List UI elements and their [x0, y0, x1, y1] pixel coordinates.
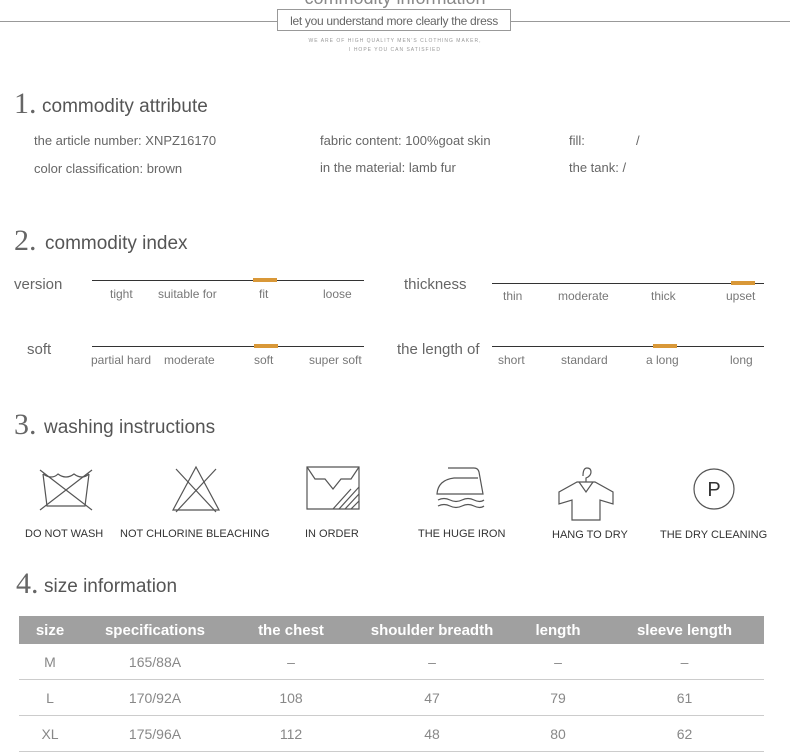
table-cell: –: [353, 644, 511, 680]
column-header: shoulder breadth: [353, 616, 511, 644]
index-label: soft: [254, 353, 274, 367]
column-header: length: [511, 616, 605, 644]
table-cell: 61: [605, 679, 764, 716]
index-label: partial hard: [91, 353, 152, 367]
table-cell: 165/88A: [81, 644, 229, 680]
table-cell: 80: [511, 715, 605, 752]
index-label: long: [730, 353, 753, 367]
table-row: L 170/92A 108 47 79 61: [19, 679, 764, 716]
section-number: 4.: [16, 567, 39, 600]
no-chlorine-icon: [171, 465, 221, 513]
table-cell: 170/92A: [81, 679, 229, 716]
header-subtitle: let you understand more clearly the dres…: [277, 9, 511, 31]
attr-fill-value: /: [636, 133, 640, 148]
column-header: the chest: [229, 616, 353, 644]
index-scale-line: [92, 280, 364, 281]
section-number: 1.: [14, 87, 37, 120]
attr-tank: the tank: /: [569, 160, 627, 175]
index-name-soft: soft: [27, 341, 52, 358]
in-order-icon: [306, 466, 360, 510]
table-cell: –: [229, 644, 353, 680]
wash-label: THE DRY CLEANING: [660, 529, 768, 541]
attr-fill: fill:: [569, 133, 585, 148]
index-label: tight: [110, 287, 133, 301]
dry-clean-icon: P: [693, 468, 735, 510]
table-cell: 175/96A: [81, 715, 229, 752]
table-cell: M: [19, 644, 81, 680]
index-scale-line: [92, 346, 364, 347]
section-number: 3.: [14, 408, 37, 441]
table-cell: 79: [511, 679, 605, 716]
column-header: specifications: [81, 616, 229, 644]
index-label: moderate: [164, 353, 215, 367]
section-number: 2.: [14, 224, 37, 257]
table-cell: –: [605, 644, 764, 680]
index-label: short: [498, 353, 525, 367]
index-marker: [253, 278, 277, 282]
index-label: fit: [259, 287, 269, 301]
attr-fabric: fabric content: 100%goat skin: [320, 133, 491, 148]
table-cell: 112: [229, 715, 353, 752]
table-row: M 165/88A – – – –: [19, 644, 764, 680]
index-label: upset: [726, 289, 756, 303]
index-marker: [653, 344, 677, 348]
index-marker: [254, 344, 278, 348]
dry-clean-letter: P: [707, 479, 720, 501]
header-divider-right: [511, 21, 790, 22]
section-title: commodity attribute: [42, 96, 208, 117]
index-label: a long: [646, 353, 679, 367]
column-header: sleeve length: [605, 616, 764, 644]
index-name-length: the length of: [397, 341, 480, 358]
index-label: thin: [503, 289, 523, 303]
section-title: commodity index: [45, 233, 188, 254]
index-label: loose: [323, 287, 352, 301]
table-cell: 48: [353, 715, 511, 752]
table-header-row: size specifications the chest shoulder b…: [19, 616, 764, 644]
wash-label: THE HUGE IRON: [418, 528, 506, 540]
index-name-version: version: [14, 276, 63, 293]
wash-label: NOT CHLORINE BLEACHING: [120, 528, 270, 540]
header-tagline-2: I HOPE YOU CAN SATISFIED: [349, 47, 441, 53]
page-title: commodity information: [0, 0, 790, 8]
index-label: thick: [651, 289, 676, 303]
table-cell: 108: [229, 679, 353, 716]
table-cell: –: [511, 644, 605, 680]
table-cell: 62: [605, 715, 764, 752]
column-header: size: [19, 616, 81, 644]
section-title: washing instructions: [44, 417, 216, 438]
index-label: suitable for: [158, 287, 217, 301]
attr-material: in the material: lamb fur: [320, 160, 456, 175]
index-label: moderate: [558, 289, 609, 303]
index-label: super soft: [309, 353, 362, 367]
index-marker: [731, 281, 755, 285]
index-scale-line: [492, 283, 764, 284]
wash-label: DO NOT WASH: [25, 528, 104, 540]
table-row: XL 175/96A 112 48 80 62: [19, 715, 764, 752]
table-cell: 47: [353, 679, 511, 716]
section-title: size information: [44, 576, 178, 597]
index-name-thickness: thickness: [404, 276, 467, 293]
do-not-wash-icon: [39, 469, 93, 511]
table-cell: L: [19, 679, 81, 716]
header-tagline-1: WE ARE OF HIGH QUALITY MEN'S CLOTHING MA…: [308, 38, 482, 44]
wash-label: IN ORDER: [305, 528, 359, 540]
size-table: size specifications the chest shoulder b…: [19, 616, 764, 752]
index-label: standard: [561, 353, 608, 367]
attr-color: color classification: brown: [34, 161, 183, 176]
index-scale-line: [492, 346, 764, 347]
table-cell: XL: [19, 715, 81, 752]
iron-icon: [436, 467, 485, 509]
attr-article-number: the article number: XNPZ16170: [34, 133, 217, 148]
wash-label: HANG TO DRY: [552, 529, 628, 541]
header-divider-left: [0, 21, 277, 22]
hang-dry-icon: [558, 467, 614, 521]
